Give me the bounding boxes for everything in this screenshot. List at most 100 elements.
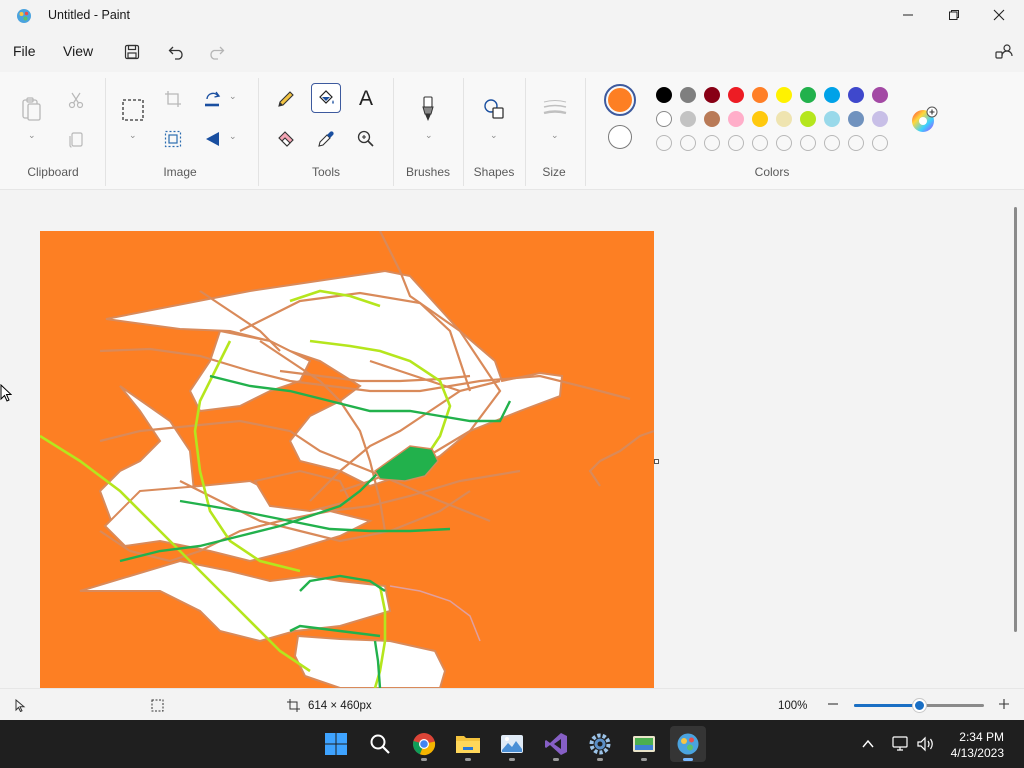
palette-color-swatch[interactable]	[728, 87, 744, 103]
edit-colors-button[interactable]	[910, 106, 938, 134]
file-explorer-icon	[456, 736, 480, 753]
close-button[interactable]	[976, 0, 1022, 30]
palette-color-swatch[interactable]	[680, 87, 696, 103]
zoom-level-label: 100%	[778, 700, 808, 712]
palette-custom-slot[interactable]	[656, 135, 672, 151]
rotate-button[interactable]	[198, 84, 228, 114]
palette-color-swatch[interactable]	[776, 87, 792, 103]
zoom-in-button[interactable]	[997, 697, 1011, 711]
color-picker-button[interactable]	[311, 124, 341, 154]
palette-custom-slot[interactable]	[704, 135, 720, 151]
zoom-slider-thumb[interactable]	[913, 699, 926, 712]
paste-button[interactable]	[17, 94, 47, 124]
taskbar-settings[interactable]	[582, 726, 618, 762]
palette-color-swatch[interactable]	[680, 111, 696, 127]
palette-custom-slot[interactable]	[872, 135, 888, 151]
plus-icon	[999, 699, 1009, 709]
magnifier-button[interactable]	[351, 124, 381, 154]
zoom-out-button[interactable]	[826, 697, 840, 711]
palette-color-swatch[interactable]	[824, 87, 840, 103]
show-hidden-icons-button[interactable]	[860, 736, 876, 755]
palette-custom-slot[interactable]	[800, 135, 816, 151]
volume-button[interactable]	[917, 735, 935, 756]
start-button[interactable]	[318, 726, 354, 762]
palette-color-swatch[interactable]	[872, 87, 888, 103]
running-indicator	[553, 758, 559, 761]
palette-custom-slot[interactable]	[824, 135, 840, 151]
minimize-button[interactable]	[885, 0, 931, 30]
taskbar-paint[interactable]	[670, 726, 706, 762]
fill-button[interactable]	[311, 83, 341, 113]
search-button[interactable]	[362, 726, 398, 762]
primary-color-swatch	[608, 88, 632, 112]
palette-color-swatch[interactable]	[776, 111, 792, 127]
menu-view[interactable]: View	[63, 43, 93, 59]
save-button[interactable]	[118, 40, 146, 64]
vertical-scrollbar[interactable]	[1014, 207, 1017, 632]
palette-color-swatch[interactable]	[656, 87, 672, 103]
selection-rectangle-icon	[122, 99, 144, 121]
redo-icon	[210, 46, 225, 60]
palette-color-swatch[interactable]	[728, 111, 744, 127]
network-button[interactable]	[892, 735, 910, 756]
running-indicator	[509, 758, 515, 761]
taskbar-gallery[interactable]	[626, 726, 662, 762]
resize-button[interactable]	[158, 124, 188, 154]
eraser-button[interactable]	[271, 124, 301, 154]
palette-color-swatch[interactable]	[752, 111, 768, 127]
chevron-down-icon: ⌄	[28, 130, 36, 140]
ribbon-separator	[585, 78, 586, 186]
palette-color-swatch[interactable]	[848, 111, 864, 127]
group-label-image: Image	[163, 165, 197, 179]
taskbar-visual-studio[interactable]	[538, 726, 574, 762]
menu-file[interactable]: File	[13, 43, 36, 59]
taskbar-file-explorer[interactable]	[450, 726, 486, 762]
restore-button[interactable]	[931, 0, 977, 30]
palette-custom-slot[interactable]	[728, 135, 744, 151]
chevron-down-icon: ⌄	[129, 130, 137, 140]
palette-color-swatch[interactable]	[872, 111, 888, 127]
cut-button[interactable]	[61, 85, 91, 115]
taskbar: 2:34 PM 4/13/2023	[0, 720, 1024, 768]
palette-color-swatch[interactable]	[704, 111, 720, 127]
redo-button[interactable]	[202, 40, 230, 64]
canvas-resize-handle[interactable]	[654, 459, 659, 464]
pencil-button[interactable]	[271, 84, 301, 114]
palette-custom-slot[interactable]	[680, 135, 696, 151]
taskbar-chrome[interactable]	[406, 726, 442, 762]
color-wheel-icon	[912, 106, 938, 132]
account-button[interactable]	[990, 40, 1018, 64]
crop-button[interactable]	[158, 84, 188, 114]
palette-color-swatch[interactable]	[656, 111, 672, 127]
paint-app-icon	[17, 9, 31, 23]
palette-color-swatch[interactable]	[824, 111, 840, 127]
palette-custom-slot[interactable]	[848, 135, 864, 151]
brushes-button[interactable]	[413, 94, 443, 124]
primary-color-button[interactable]	[604, 84, 636, 116]
copy-button[interactable]	[61, 124, 91, 154]
drawing-canvas[interactable]	[40, 231, 654, 688]
shapes-button[interactable]	[479, 94, 509, 124]
secondary-color-button[interactable]	[608, 125, 632, 149]
text-button[interactable]: A	[351, 84, 381, 114]
palette-color-swatch[interactable]	[800, 87, 816, 103]
palette-color-swatch[interactable]	[752, 87, 768, 103]
group-label-tools: Tools	[311, 165, 340, 179]
palette-color-swatch[interactable]	[848, 87, 864, 103]
undo-button[interactable]	[163, 40, 191, 64]
size-button[interactable]	[540, 94, 570, 124]
flip-icon	[206, 132, 219, 146]
palette-custom-slot[interactable]	[752, 135, 768, 151]
taskbar-photos[interactable]	[494, 726, 530, 762]
pencil-icon	[278, 91, 294, 107]
select-button[interactable]	[118, 95, 148, 125]
running-indicator	[683, 758, 693, 761]
palette-color-swatch[interactable]	[704, 87, 720, 103]
palette-custom-slot[interactable]	[776, 135, 792, 151]
system-clock[interactable]: 2:34 PM 4/13/2023	[951, 729, 1004, 761]
zoom-slider[interactable]	[854, 699, 984, 712]
flip-button[interactable]	[198, 124, 228, 154]
palette-color-swatch[interactable]	[800, 111, 816, 127]
restore-icon	[949, 10, 959, 20]
resize-icon	[164, 130, 182, 148]
